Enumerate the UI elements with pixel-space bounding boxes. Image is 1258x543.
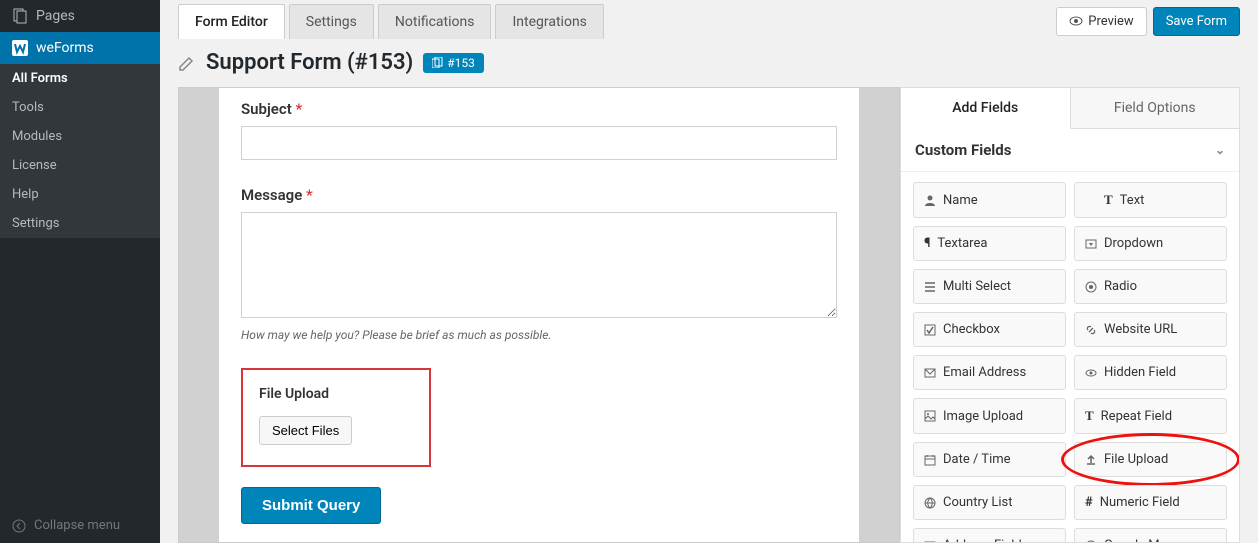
field-type-website-url[interactable]: Website URL — [1074, 312, 1227, 347]
message-textarea[interactable] — [241, 212, 837, 318]
map-pin-icon — [1085, 540, 1097, 543]
collapse-icon — [12, 519, 26, 533]
field-type-address[interactable]: Address Field — [913, 528, 1066, 543]
field-type-radio[interactable]: Radio — [1074, 269, 1227, 304]
pencil-icon — [178, 54, 196, 72]
sidebar-item-weforms[interactable]: weForms — [0, 32, 160, 64]
tab-form-editor[interactable]: Form Editor — [178, 4, 285, 39]
field-subject[interactable]: Subject * — [241, 100, 837, 160]
form-canvas: Subject * Message * How may we help you?… — [219, 88, 859, 543]
field-type-dropdown[interactable]: Dropdown — [1074, 226, 1227, 261]
sidebar-label-pages: Pages — [36, 8, 75, 24]
panel-tab-field-options[interactable]: Field Options — [1071, 88, 1240, 129]
shortcode-text: #153 — [447, 56, 475, 70]
sidebar-sub-license[interactable]: License — [0, 151, 160, 180]
field-type-checkbox[interactable]: Checkbox — [913, 312, 1066, 347]
tab-integrations[interactable]: Integrations — [495, 4, 603, 39]
hash-icon: # — [1085, 495, 1093, 510]
field-type-text[interactable]: TText — [1074, 182, 1227, 218]
sidebar-sub-settings[interactable]: Settings — [0, 209, 160, 238]
globe-icon — [924, 497, 936, 509]
field-type-google-map[interactable]: Google Map — [1074, 528, 1227, 543]
shortcode-badge[interactable]: #153 — [423, 53, 484, 73]
subject-input[interactable] — [241, 126, 837, 160]
user-icon — [924, 194, 936, 206]
fields-panel: Add Fields Field Options Custom Fields ⌄… — [900, 87, 1240, 543]
field-type-date-time[interactable]: Date / Time — [913, 442, 1066, 477]
field-type-name[interactable]: Name — [913, 182, 1066, 218]
panel-tab-add-fields[interactable]: Add Fields — [901, 88, 1071, 129]
field-file-upload[interactable]: File Upload Select Files — [241, 368, 431, 467]
collapse-label: Collapse menu — [34, 518, 120, 533]
sidebar-label-weforms: weForms — [36, 40, 94, 56]
tab-notifications[interactable]: Notifications — [378, 4, 492, 39]
save-form-button[interactable]: Save Form — [1153, 7, 1240, 36]
submit-button[interactable]: Submit Query — [241, 487, 381, 524]
field-type-repeat[interactable]: TRepeat Field — [1074, 398, 1227, 434]
pages-icon — [12, 8, 28, 24]
custom-fields-grid: Name TText ¶Textarea Dropdown Multi Sele… — [901, 172, 1239, 543]
sidebar-submenu: All Forms Tools Modules License Help Set… — [0, 64, 160, 238]
message-label: Message * — [241, 186, 837, 204]
sidebar-sub-help[interactable]: Help — [0, 180, 160, 209]
field-message[interactable]: Message * How may we help you? Please be… — [241, 186, 837, 342]
form-title: Support Form (#153) — [206, 50, 413, 75]
editor-row: Subject * Message * How may we help you?… — [160, 87, 1258, 543]
preview-button[interactable]: Preview — [1056, 7, 1146, 36]
caret-icon — [1085, 238, 1097, 250]
section-custom-fields[interactable]: Custom Fields ⌄ — [901, 129, 1239, 172]
checkbox-icon — [924, 324, 936, 336]
weforms-icon — [12, 40, 28, 56]
sidebar-item-pages[interactable]: Pages — [0, 0, 160, 32]
field-type-multi-select[interactable]: Multi Select — [913, 269, 1066, 304]
address-icon — [924, 540, 936, 543]
field-type-numeric[interactable]: #Numeric Field — [1074, 485, 1227, 520]
field-type-email[interactable]: Email Address — [913, 355, 1066, 390]
repeat-icon: T — [1085, 408, 1094, 424]
custom-fields-label: Custom Fields — [915, 141, 1011, 159]
preview-label: Preview — [1088, 14, 1133, 29]
field-type-image-upload[interactable]: Image Upload — [913, 398, 1066, 434]
collapse-menu[interactable]: Collapse menu — [0, 508, 160, 543]
message-hint: How may we help you? Please be brief as … — [241, 328, 837, 342]
eye-icon — [1069, 14, 1083, 28]
select-files-button[interactable]: Select Files — [259, 416, 352, 445]
copy-icon — [432, 57, 443, 68]
file-upload-label: File Upload — [259, 386, 413, 402]
chevron-down-icon: ⌄ — [1215, 143, 1225, 157]
paragraph-icon: ¶ — [924, 236, 930, 251]
admin-sidebar: Pages weForms All Forms Tools Modules Li… — [0, 0, 160, 543]
calendar-icon — [924, 454, 936, 466]
field-type-textarea[interactable]: ¶Textarea — [913, 226, 1066, 261]
radio-icon — [1085, 281, 1097, 293]
field-type-hidden[interactable]: Hidden Field — [1074, 355, 1227, 390]
sidebar-sub-modules[interactable]: Modules — [0, 122, 160, 151]
field-type-file-upload[interactable]: File Upload — [1074, 442, 1227, 477]
tabbar: Form Editor Settings Notifications Integ… — [160, 0, 1258, 42]
envelope-icon — [924, 367, 936, 379]
field-type-country[interactable]: Country List — [913, 485, 1066, 520]
panel-tabs: Add Fields Field Options — [901, 88, 1239, 129]
upload-icon — [1085, 454, 1097, 466]
eye-slash-icon — [1085, 367, 1097, 379]
main: Form Editor Settings Notifications Integ… — [160, 0, 1258, 543]
link-icon — [1085, 324, 1097, 336]
subject-label: Subject * — [241, 100, 837, 118]
sidebar-sub-all-forms[interactable]: All Forms — [0, 64, 160, 93]
sidebar-sub-tools[interactable]: Tools — [0, 93, 160, 122]
image-icon — [924, 410, 936, 422]
text-icon — [1085, 194, 1097, 206]
tab-settings[interactable]: Settings — [289, 4, 374, 39]
canvas-wrap: Subject * Message * How may we help you?… — [178, 87, 900, 543]
list-icon — [924, 281, 936, 293]
title-row: Support Form (#153) #153 — [160, 42, 1258, 87]
